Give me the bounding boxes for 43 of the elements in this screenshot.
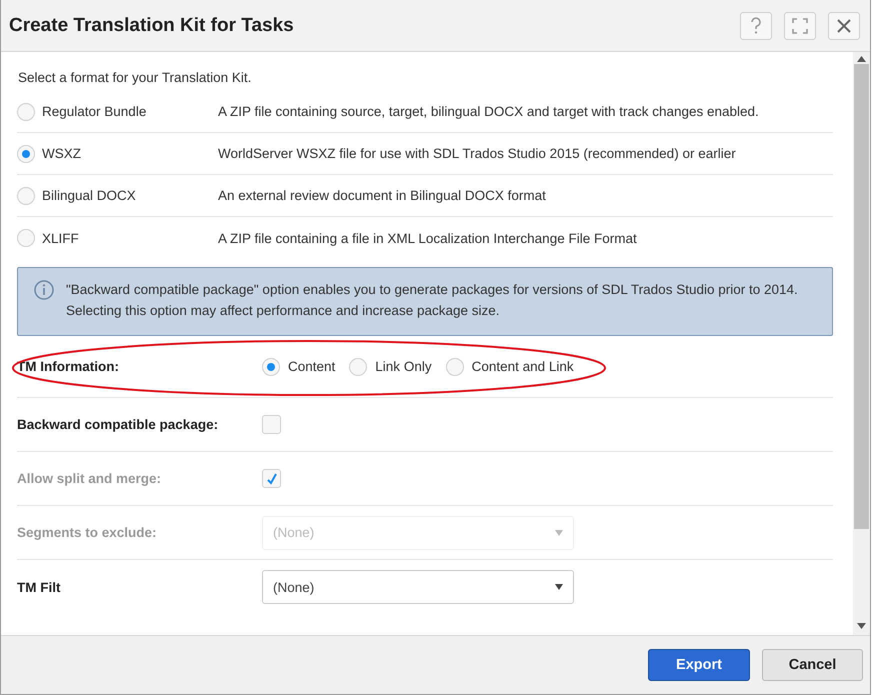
radio-label: Content and Link — [472, 359, 574, 374]
expand-icon — [792, 18, 808, 34]
radio-button[interactable] — [446, 358, 464, 376]
format-name: Regulator Bundle — [42, 104, 148, 119]
close-icon — [837, 18, 851, 32]
field-label: Backward compatible package: — [17, 417, 220, 432]
checkmark-icon — [266, 472, 278, 484]
info-icon — [34, 280, 54, 300]
scroll-down-icon — [857, 623, 866, 629]
radio-label: Content — [288, 359, 336, 374]
radio-label: Link Only — [375, 359, 432, 374]
scroll-up-icon — [857, 56, 866, 62]
close-button[interactable] — [828, 12, 860, 40]
cancel-button[interactable]: Cancel — [762, 649, 863, 681]
radio-button[interactable] — [17, 102, 35, 120]
format-description: An external review document in Bilingual DOCX format — [218, 188, 546, 203]
scrollbar-thumb[interactable] — [854, 64, 869, 529]
radio-button[interactable] — [17, 144, 35, 162]
select-field[interactable]: (None) — [262, 570, 574, 604]
intro-text: Select a format for your Translation Kit. — [17, 70, 252, 85]
caret-icon — [555, 530, 563, 536]
format-description: A ZIP file containing a file in XML Localization Interchange File Format — [218, 230, 637, 246]
format-description: WorldServer WSXZ file for use with SDL Trados Studio 2015 (recommended) or earlier — [218, 146, 736, 161]
window-title: Create Translation Kit for Tasks — [9, 14, 295, 36]
radio-button[interactable] — [262, 358, 280, 376]
radio-button[interactable] — [17, 186, 35, 204]
format-name: XLIFF — [42, 230, 80, 246]
format-name: Bilingual DOCX — [42, 188, 137, 203]
radio-button[interactable] — [17, 229, 35, 247]
field-label: TM Information: — [17, 359, 120, 374]
radio-button[interactable] — [349, 358, 368, 376]
help-button[interactable] — [740, 12, 772, 40]
question-mark-icon — [750, 16, 762, 34]
format-name: WSXZ — [42, 146, 82, 161]
caret-icon — [555, 584, 563, 590]
checkbox[interactable] — [262, 415, 281, 434]
field-label: Segments to exclude: — [17, 525, 158, 540]
export-button[interactable]: Export — [648, 649, 750, 681]
field-label: Allow split and merge: — [17, 471, 162, 486]
info-text: "Backward compatible package" option enables you to generate packages for versions of SDL Trados Studio prior to 2014. Selecting this option may affect performance and increase package size. — [66, 281, 799, 320]
maximize-button[interactable] — [784, 12, 816, 40]
format-description: A ZIP file containing source, target, bilingual DOCX and target with track changes enabled. — [218, 104, 759, 119]
field-label: TM Filt — [17, 580, 62, 594]
